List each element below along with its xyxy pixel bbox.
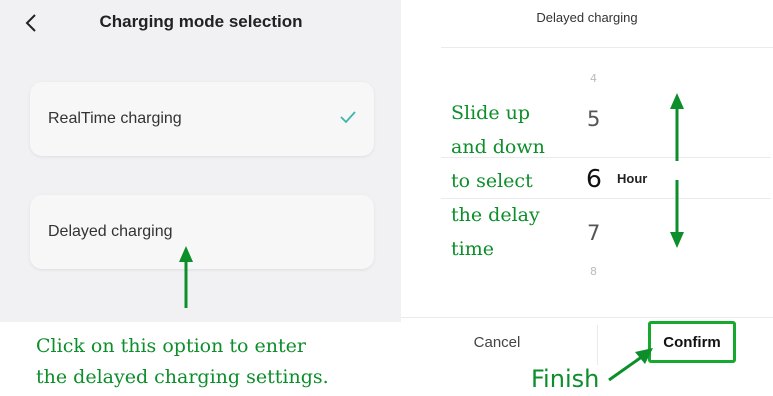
chevron-left-icon [25, 14, 36, 32]
option-label: Delayed charging [48, 223, 173, 240]
delayed-charging-dialog: Delayed charging 4 5 6 Hour 7 8 Slide up… [401, 0, 773, 396]
annotation-arrow-down-icon [670, 180, 684, 248]
annotation-line: and down [451, 136, 545, 158]
finish-annotation: Finish [531, 365, 600, 393]
annotation-line: time [451, 238, 494, 260]
option-delayed-charging[interactable]: Delayed charging [30, 195, 374, 269]
page-title: Charging mode selection [99, 12, 303, 31]
picker-unit-label: Hour [617, 171, 648, 186]
charging-mode-screen: Charging mode selection RealTime chargin… [0, 0, 401, 322]
annotation-arrow-icon [608, 348, 653, 382]
checkmark-icon [340, 111, 356, 124]
annotation-arrow-up-icon [670, 93, 684, 161]
option-label: RealTime charging [48, 110, 182, 127]
annotation-line: to select [451, 170, 533, 192]
annotation-right: Slide up and down to select the delay ti… [451, 96, 591, 266]
annotation-line: Slide up [451, 102, 531, 124]
button-divider [597, 325, 598, 365]
cancel-button[interactable]: Cancel [441, 334, 553, 351]
option-realtime-charging[interactable]: RealTime charging [30, 82, 374, 156]
confirm-button[interactable]: Confirm [648, 321, 736, 363]
picker-value[interactable]: 4 [590, 72, 597, 85]
annotation-arrow-up-icon [179, 246, 193, 308]
annotation-line: Click on this option to enter [36, 335, 306, 357]
annotation-line: the delayed charging settings. [36, 366, 329, 388]
divider [441, 47, 773, 48]
dialog-title: Delayed charging [536, 10, 638, 25]
annotation-left: Click on this option to enter the delaye… [36, 331, 396, 393]
divider [401, 317, 773, 318]
picker-value[interactable]: 8 [590, 265, 597, 278]
annotation-line: the delay [451, 204, 540, 226]
back-button[interactable] [18, 10, 44, 36]
